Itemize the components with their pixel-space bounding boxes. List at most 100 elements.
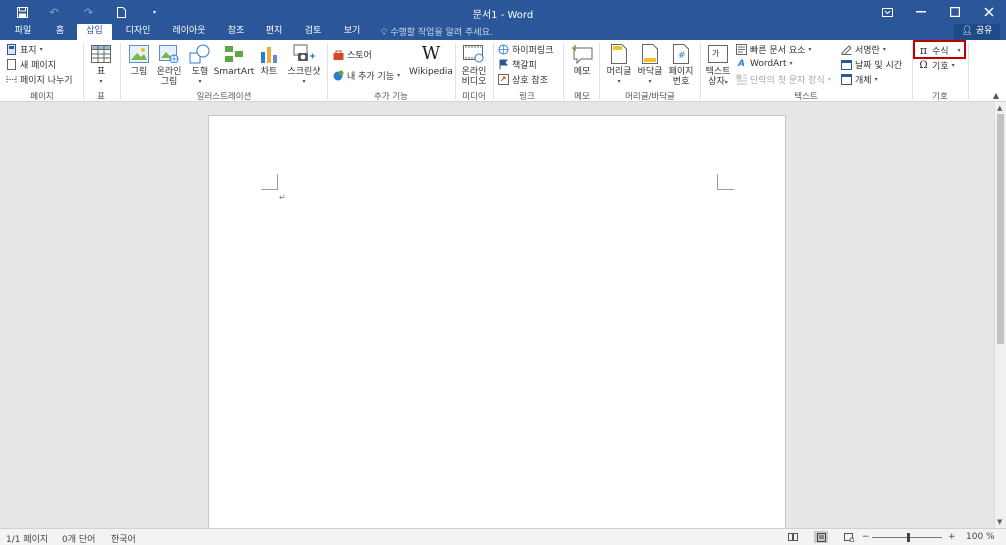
- blank-page-button[interactable]: 새 페이지: [6, 58, 56, 71]
- online-picture-button[interactable]: 온라인 그림: [154, 43, 184, 87]
- scroll-down-icon[interactable]: ▼: [997, 518, 1002, 526]
- word-count[interactable]: 0개 단어: [62, 532, 95, 545]
- page-count[interactable]: 1/1 페이지: [6, 532, 48, 545]
- scroll-up-icon[interactable]: ▲: [997, 104, 1002, 112]
- textbox-label-2: 상자: [708, 77, 725, 87]
- quick-parts-button[interactable]: 빠른 문서 요소 ▾: [736, 43, 811, 56]
- screenshot-button[interactable]: 스크린샷 ▾: [285, 43, 323, 87]
- page-break-icon: [6, 74, 17, 85]
- page-number-button[interactable]: # 페이지 번호: [666, 43, 696, 87]
- share-button[interactable]: 👤︎ 공유: [954, 24, 1000, 40]
- cross-reference-button[interactable]: 상호 참조: [498, 73, 548, 86]
- symbol-button[interactable]: Ω 기호 ▾: [918, 59, 954, 72]
- group-label-symbols: 기호: [932, 92, 948, 102]
- object-button[interactable]: 개체 ▾: [841, 73, 878, 86]
- chart-button[interactable]: 차트: [257, 43, 281, 77]
- minimize-icon[interactable]: [904, 0, 938, 24]
- crop-mark-left: [261, 174, 278, 190]
- screenshot-icon: [293, 43, 315, 65]
- dropcap-button[interactable]: 단락의 첫 문자 장식 ▾: [736, 73, 831, 86]
- my-addins-button[interactable]: 내 추가 기능 ▾: [333, 69, 400, 82]
- tab-references[interactable]: 참조: [222, 24, 250, 40]
- textbox-label-1: 텍스트: [705, 67, 731, 77]
- window-title: 문서1 - Word: [472, 10, 534, 21]
- object-label: 개체: [855, 76, 872, 86]
- table-label: 표: [96, 67, 106, 77]
- signature-line-button[interactable]: 서명란 ▾: [841, 43, 886, 56]
- maximize-icon[interactable]: [938, 0, 972, 24]
- read-mode-icon[interactable]: [786, 531, 800, 543]
- tab-layout[interactable]: 레이아웃: [166, 24, 212, 40]
- bookmark-button[interactable]: 책갈피: [498, 58, 537, 71]
- equation-highlight-box: [913, 40, 966, 59]
- vertical-scrollbar[interactable]: ▲ ▼: [994, 102, 1006, 528]
- collapse-ribbon-icon[interactable]: ▲: [993, 91, 999, 100]
- wordart-button[interactable]: A WordArt ▾: [736, 58, 793, 69]
- comment-button[interactable]: 메모: [568, 43, 596, 77]
- svg-text:가: 가: [712, 49, 720, 58]
- blank-page-icon: [6, 59, 17, 70]
- zoom-slider-thumb[interactable]: [907, 533, 910, 542]
- tab-insert[interactable]: 삽입: [77, 24, 112, 40]
- group-label-table: 표: [97, 92, 105, 102]
- online-video-label-2: 비디오: [461, 77, 487, 87]
- document-page[interactable]: ↵: [208, 115, 786, 535]
- group-label-text: 텍스트: [794, 92, 818, 102]
- wikipedia-label: Wikipedia: [409, 67, 453, 77]
- tell-me-box[interactable]: 💡︎ 수행할 작업을 알려 주세요.: [381, 25, 493, 38]
- hyperlink-icon: [498, 44, 509, 55]
- zoom-in-button[interactable]: +: [948, 532, 956, 542]
- online-video-button[interactable]: 온라인 비디오: [458, 43, 490, 87]
- group-separator: [120, 43, 121, 99]
- group-label-header-footer: 머리글/바닥글: [625, 92, 675, 102]
- close-icon[interactable]: [972, 0, 1006, 24]
- header-button[interactable]: 머리글 ▾: [604, 43, 634, 87]
- wikipedia-button[interactable]: W Wikipedia: [409, 43, 453, 78]
- print-layout-icon[interactable]: [814, 531, 828, 543]
- store-icon: [333, 49, 344, 60]
- my-addins-label: 내 추가 기능: [347, 72, 395, 82]
- paragraph-mark-icon: ↵: [279, 193, 286, 202]
- cover-page-label: 표지: [20, 46, 37, 56]
- page-break-button[interactable]: 페이지 나누기: [6, 73, 73, 86]
- date-time-button[interactable]: 날짜 및 시간: [841, 58, 902, 71]
- textbox-button[interactable]: 가 텍스트 상자▾: [703, 43, 733, 88]
- bookmark-label: 책갈피: [512, 61, 537, 71]
- tab-review[interactable]: 검토: [298, 24, 328, 40]
- blank-page-label: 새 페이지: [20, 61, 56, 71]
- online-video-icon: [463, 43, 485, 65]
- page-number-label-2: 번호: [672, 77, 690, 87]
- cover-page-button[interactable]: 표지 ▾: [6, 43, 43, 56]
- language-indicator[interactable]: 한국어: [111, 532, 136, 545]
- chart-label: 차트: [260, 67, 278, 77]
- smartart-button[interactable]: SmartArt: [214, 43, 254, 77]
- online-picture-label-1: 온라인: [156, 67, 182, 77]
- store-button[interactable]: 스토어: [333, 48, 372, 61]
- group-label-illustrations: 일러스트레이션: [196, 92, 252, 102]
- tab-mailings[interactable]: 편지: [260, 24, 288, 40]
- zoom-out-button[interactable]: −: [862, 532, 870, 542]
- web-layout-icon[interactable]: [842, 531, 856, 543]
- tab-file[interactable]: 파일: [8, 24, 38, 40]
- hyperlink-button[interactable]: 하이퍼링크: [498, 43, 553, 56]
- page-break-label: 페이지 나누기: [20, 76, 73, 86]
- shapes-button[interactable]: 도형 ▾: [187, 43, 213, 87]
- smartart-icon: [223, 43, 245, 65]
- bookmark-icon: [498, 59, 509, 70]
- scroll-thumb[interactable]: [997, 114, 1004, 344]
- status-bar: 1/1 페이지 0개 단어 한국어 − + 100 %: [0, 528, 1006, 545]
- header-icon: [608, 43, 630, 65]
- signature-line-label: 서명란: [855, 46, 880, 56]
- footer-button[interactable]: 바닥글 ▾: [635, 43, 665, 87]
- tab-view[interactable]: 보기: [337, 24, 367, 40]
- picture-button[interactable]: 그림: [127, 43, 151, 77]
- tab-home[interactable]: 홈: [49, 24, 71, 40]
- table-button[interactable]: 표 ▾: [88, 43, 114, 87]
- dropcap-label: 단락의 첫 문자 장식: [750, 76, 825, 86]
- window-controls: [870, 0, 1006, 24]
- lightbulb-icon: 💡︎: [381, 28, 388, 38]
- zoom-level[interactable]: 100 %: [966, 532, 995, 542]
- tab-design[interactable]: 디자인: [119, 24, 157, 40]
- dropcap-icon: [736, 74, 747, 85]
- ribbon-display-options-icon[interactable]: [870, 0, 904, 24]
